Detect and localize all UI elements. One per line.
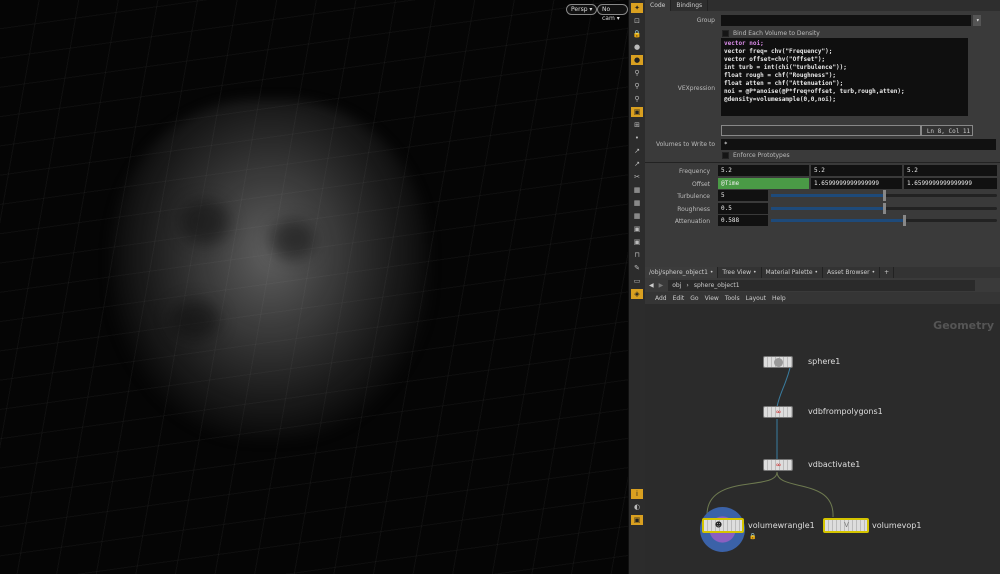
enforce-prototypes-label: Enforce Prototypes [733, 152, 790, 159]
roughness-label: Roughness [677, 206, 710, 213]
enforce-prototypes-checkbox[interactable] [722, 152, 729, 159]
roughness-slider[interactable] [771, 203, 997, 214]
wire [776, 471, 834, 518]
group-label: Group [696, 17, 715, 24]
camera-view-label: Persp [571, 6, 588, 13]
smoke-shadow [180, 200, 230, 245]
node-label: volumevop1 [872, 521, 922, 530]
slider-fill [771, 207, 884, 210]
bind-each-volume-label: Bind Each Volume to Density [733, 30, 820, 37]
lock-icon[interactable]: ⊡ [631, 16, 643, 26]
volumes-to-write-field[interactable]: * [721, 139, 996, 150]
viewport-toolbar: ✦ ⊡ 🔒 ● ● ⚲ ⚲ ⚲ ▣ ⊞ • ↗ ↗ ✂ ▦ ▦ ▦ ▣ ▣ ⊓ … [628, 0, 645, 574]
tab-code[interactable]: Code [645, 0, 672, 11]
snapshot-icon[interactable]: ◐ [631, 502, 643, 512]
display-options-icon[interactable]: ✦ [631, 3, 643, 13]
display-icon[interactable]: ⊞ [631, 120, 643, 130]
group-field[interactable] [721, 15, 971, 26]
divider [645, 162, 1000, 163]
render-icon[interactable]: ▣ [631, 515, 643, 525]
snap-icon[interactable]: ▣ [631, 107, 643, 117]
code-line: noi = @P*anoise(@P*freq+offset, turb,rou… [724, 88, 905, 95]
node-volumewrangle1[interactable]: ☻ [702, 518, 744, 533]
smoke-shadow [170, 300, 220, 340]
eyedropper-icon[interactable]: ✎ [631, 263, 643, 273]
bind-each-volume-checkbox[interactable] [722, 30, 729, 37]
attenuation-label: Attenuation [674, 218, 710, 225]
lock-icon: 🔒 [749, 533, 757, 540]
frequency-y[interactable]: 5.2 [811, 165, 902, 176]
wrangle-icon: ☻ [714, 521, 723, 529]
frequency-label: Frequency [679, 168, 710, 175]
camera-view-menu[interactable]: Persp ▾ [566, 4, 598, 15]
tab-bindings[interactable]: Bindings [671, 0, 709, 11]
node-label: vdbactivate1 [808, 460, 861, 469]
turbulence-field[interactable]: 5 [718, 190, 768, 201]
slider-handle[interactable] [883, 190, 886, 201]
offset-y[interactable]: 1.6599999999999999 [811, 178, 902, 189]
smoke-volume [110, 100, 430, 440]
smoke-shadow [270, 220, 315, 260]
turbulence-label: Turbulence [677, 193, 710, 200]
code-line: vector offset=chv("Offset"); [724, 56, 826, 63]
parameter-panel: Code Bindings Group ▾ Bind Each Volume t… [645, 0, 1000, 265]
code-line: float rough = chf("Roughness"); [724, 72, 836, 79]
vexpression-label: VEXpression [677, 85, 715, 92]
info-icon[interactable]: i [631, 489, 643, 499]
offset-label: Offset [691, 181, 710, 188]
slider-handle[interactable] [903, 215, 907, 226]
offset-x[interactable]: @Time [718, 178, 809, 189]
attenuation-field[interactable]: 0.588 [718, 215, 768, 226]
cursor-position: Ln 8, Col 11 [921, 125, 973, 136]
node-vdbactivate1[interactable]: ∞ [763, 459, 793, 471]
node-label: volumewrangle1 [748, 521, 815, 530]
sphere-icon [774, 358, 783, 367]
node-volumevop1[interactable]: V [823, 518, 869, 533]
code-status-bar [721, 125, 921, 136]
point-icon[interactable]: • [631, 133, 643, 143]
slider-handle[interactable] [883, 203, 886, 214]
frequency-x[interactable]: 5.2 [718, 165, 809, 176]
slider-fill [771, 194, 884, 197]
headlight-icon[interactable]: ● [631, 55, 643, 65]
slider-fill [771, 219, 905, 222]
light-icon[interactable]: ● [631, 42, 643, 52]
wireframe-icon[interactable]: ◈ [631, 289, 643, 299]
pin-icon[interactable]: ⚲ [631, 81, 643, 91]
code-line: vector freq= chv("Frequency"); [724, 48, 833, 55]
network-editor: /obj/sphere_object1 • Tree View • Materi… [645, 267, 1000, 574]
box-icon[interactable]: ▣ [631, 237, 643, 247]
wire [776, 367, 791, 408]
node-label: vdbfrompolygons1 [808, 407, 883, 416]
volumes-to-write-label: Volumes to Write to [655, 141, 715, 148]
group-dropdown[interactable]: ▾ [973, 15, 981, 26]
pin-icon[interactable]: ⚲ [631, 94, 643, 104]
scene-viewport[interactable]: Persp ▾ No cam ▾ [0, 0, 628, 574]
code-line: vector noi; [724, 40, 764, 47]
offset-z[interactable]: 1.6599999999999999 [904, 178, 997, 189]
turbulence-slider[interactable] [771, 190, 997, 201]
node-vdbfrompolygons1[interactable]: ∞ [763, 406, 793, 418]
vdb-icon: ∞ [775, 408, 782, 416]
roughness-field[interactable]: 0.5 [718, 203, 768, 214]
camera-select-label: No cam [602, 6, 615, 22]
node-label: sphere1 [808, 357, 841, 366]
code-line: @density=volumesample(0,0,noi); [724, 96, 836, 103]
code-line: int turb = int(chi("turbulence")); [724, 64, 847, 71]
attenuation-slider[interactable] [771, 215, 997, 226]
vop-icon: V [844, 521, 849, 529]
node-sphere1[interactable] [763, 356, 793, 368]
lock-camera-icon[interactable]: 🔒 [631, 29, 643, 39]
box-icon[interactable]: ▣ [631, 224, 643, 234]
camera-icon[interactable]: ▭ [631, 276, 643, 286]
frequency-z[interactable]: 5.2 [904, 165, 997, 176]
normal-icon[interactable]: ↗ [631, 146, 643, 156]
code-line: float atten = chf("Attenuation"); [724, 80, 844, 87]
vdb-icon: ∞ [775, 461, 782, 469]
vex-code-editor[interactable]: vector noi; vector freq= chv("Frequency"… [721, 38, 968, 116]
camera-select-menu[interactable]: No cam ▾ [597, 4, 628, 22]
pin-icon[interactable]: ⚲ [631, 68, 643, 78]
magnet-icon[interactable]: ⊓ [631, 250, 643, 260]
